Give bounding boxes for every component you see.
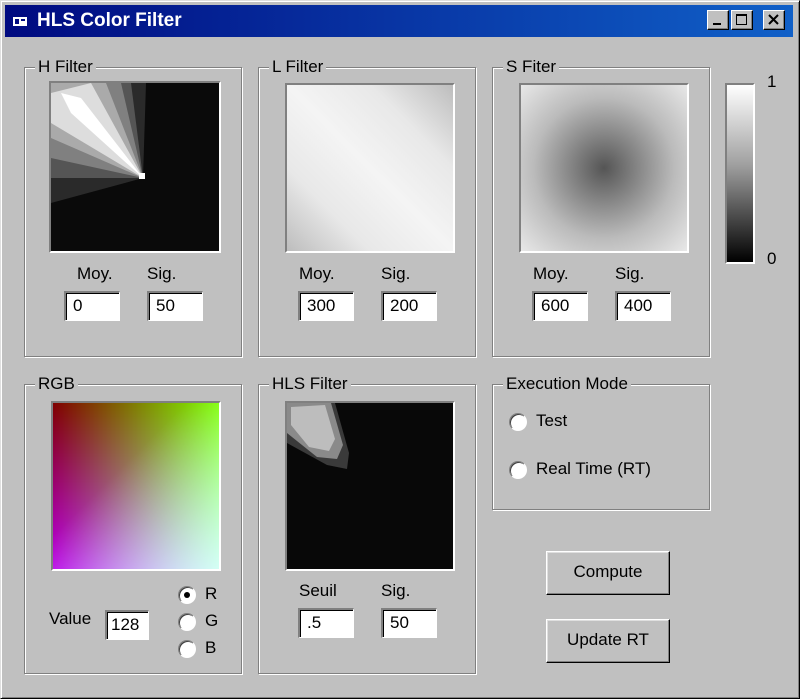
l-moy-label: Moy.: [299, 264, 335, 283]
rgb-label: RGB: [35, 374, 78, 394]
hls-filter-label: HLS Filter: [269, 374, 351, 394]
radio-b[interactable]: [178, 640, 196, 658]
h-filter-label: H Filter: [35, 57, 96, 77]
l-filter-group: L Filter Moy. Sig. 300 200: [258, 57, 476, 357]
h-filter-group: H Filter Moy. Sig. 0 50: [24, 57, 242, 357]
radio-r[interactable]: [178, 586, 196, 604]
radio-test-label: Test: [536, 411, 568, 430]
h-moy-input[interactable]: 0: [64, 291, 120, 321]
app-icon: [13, 14, 27, 26]
scale-min-label: 0: [767, 249, 777, 268]
s-filter-preview: [519, 83, 689, 253]
close-button[interactable]: [763, 10, 785, 30]
radio-real-time[interactable]: [509, 461, 527, 479]
scale-max-label: 1: [767, 72, 777, 91]
h-sig-label: Sig.: [147, 264, 177, 283]
minimize-icon: [713, 23, 721, 25]
intensity-scale: [725, 83, 755, 264]
rgb-group: RGB Value 128 R G B: [24, 374, 242, 674]
execution-mode-group: Execution Mode Test Real Time (RT): [492, 374, 710, 510]
minimize-button[interactable]: [707, 10, 729, 30]
radio-real-time-label: Real Time (RT): [536, 459, 651, 478]
main-window: HLS Color Filter H Filter Moy. Sig. 0 50…: [0, 0, 800, 699]
radio-g-label: G: [205, 611, 219, 630]
window-title: HLS Color Filter: [37, 10, 182, 31]
h-filter-preview: [49, 81, 221, 253]
s-filter-label: S Fiter: [503, 57, 560, 77]
radio-b-label: B: [205, 638, 217, 657]
hls-sig-label: Sig.: [381, 581, 411, 600]
execution-mode-label: Execution Mode: [503, 374, 631, 394]
s-moy-input[interactable]: 600: [532, 291, 588, 321]
l-filter-label: L Filter: [269, 57, 327, 77]
rgb-value-label: Value: [49, 609, 92, 628]
compute-button[interactable]: Compute: [546, 551, 670, 595]
hls-seuil-label: Seuil: [299, 581, 337, 600]
rgb-preview: [51, 401, 221, 571]
h-sig-input[interactable]: 50: [147, 291, 203, 321]
l-moy-input[interactable]: 300: [298, 291, 354, 321]
s-sig-label: Sig.: [615, 264, 645, 283]
radio-r-label: R: [205, 584, 218, 603]
l-filter-preview: [285, 83, 455, 253]
update-rt-button[interactable]: Update RT: [546, 619, 670, 663]
maximize-icon: [736, 14, 747, 25]
radio-g[interactable]: [178, 613, 196, 631]
hls-seuil-input[interactable]: .5: [298, 608, 354, 638]
close-icon: [768, 14, 779, 25]
maximize-button[interactable]: [731, 10, 753, 30]
s-filter-group: S Fiter Moy. Sig. 600 400: [492, 57, 710, 357]
title-bar[interactable]: HLS Color Filter: [5, 5, 793, 37]
h-filter-image: [51, 83, 146, 203]
l-sig-label: Sig.: [381, 264, 411, 283]
s-sig-input[interactable]: 400: [615, 291, 671, 321]
hls-sig-input[interactable]: 50: [381, 608, 437, 638]
rgb-value-input[interactable]: 128: [105, 610, 149, 640]
hls-filter-group: HLS Filter Seuil Sig. .5 50: [258, 374, 476, 674]
h-moy-label: Moy.: [77, 264, 113, 283]
s-moy-label: Moy.: [533, 264, 569, 283]
hls-filter-preview: [285, 401, 455, 571]
radio-test[interactable]: [509, 413, 527, 431]
hls-filter-image: [287, 403, 349, 469]
l-sig-input[interactable]: 200: [381, 291, 437, 321]
